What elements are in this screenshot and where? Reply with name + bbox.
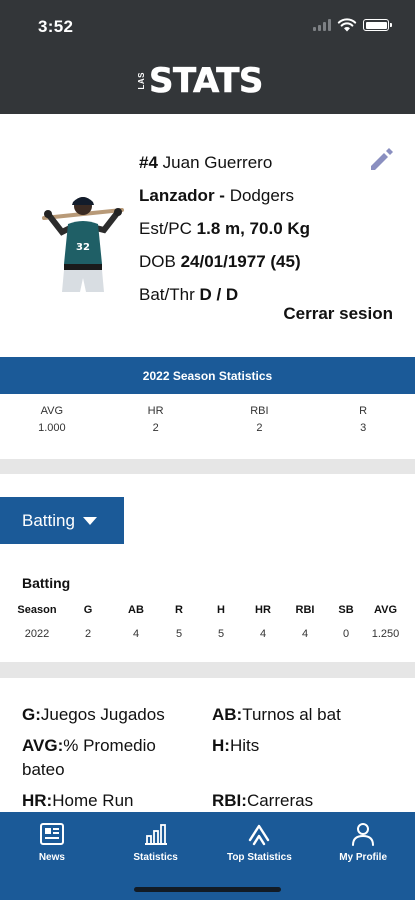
logo-big-text: STATS [149, 61, 264, 101]
player-profile: 32 #4 Juan Guerrero Lanzador - Dodgers E… [0, 114, 415, 357]
player-number: #4 [139, 153, 158, 172]
legend-item: H:Hits [212, 734, 259, 758]
logout-link[interactable]: Cerrar sesion [283, 304, 393, 324]
table-cell: 1.250 [371, 628, 400, 640]
table-cell: 5 [217, 628, 225, 640]
news-icon [39, 823, 64, 845]
profile-icon [352, 823, 375, 846]
player-team: Dodgers [229, 186, 294, 205]
logo-small-text: LAS [137, 72, 146, 90]
season-stat-value: 2 [152, 422, 159, 434]
player-photo: 32 [42, 197, 124, 292]
legend-text: Carreras [246, 791, 314, 810]
legend-text: Turnos al bat [242, 705, 341, 724]
season-stat-rbi: RBI 2 [208, 394, 312, 458]
section-divider [0, 459, 415, 474]
player-name-line: #4 Juan Guerrero [139, 146, 310, 179]
table-cell: 5 [175, 628, 183, 640]
legend-item: G:Juegos Jugados [22, 703, 165, 727]
batting-table-title: Batting [22, 575, 71, 591]
season-stat-value: 3 [360, 422, 367, 434]
table-row: 2022 2 4 5 5 4 4 0 1.250 [12, 622, 405, 646]
tab-my-profile[interactable]: My Profile [311, 812, 415, 900]
statistics-icon [144, 824, 167, 845]
legend-text: Hits [229, 736, 260, 755]
top-statistics-icon [249, 824, 270, 846]
table-header-cell: AVG [373, 604, 398, 616]
season-stat-label: HR [147, 405, 164, 417]
tab-label: News [38, 852, 65, 863]
table-header-cell: G [83, 604, 93, 616]
legend-abbr: RBI: [212, 791, 247, 810]
bat-throw-label: Bat/Thr [139, 285, 195, 304]
table-header-cell: R [175, 604, 183, 616]
legend-abbr: AVG: [22, 736, 64, 755]
season-stat-hr: HR 2 [104, 394, 208, 458]
wifi-icon [337, 18, 357, 32]
battery-icon [363, 19, 392, 31]
table-header-cell: RBI [295, 604, 315, 616]
stat-type-dropdown[interactable]: Batting [0, 497, 124, 544]
tab-label: Top Statistics [226, 852, 292, 863]
player-name: Juan Guerrero [162, 153, 273, 172]
season-stats-row: AVG 1.000 HR 2 RBI 2 R 3 [0, 394, 415, 458]
player-info: #4 Juan Guerrero Lanzador - Dodgers Est/… [139, 146, 310, 311]
height-weight-label: Est/PC [139, 219, 192, 238]
season-stat-value: 1.000 [38, 422, 66, 434]
season-stat-label: AVG [40, 405, 64, 417]
app-logo: LAS STATS [137, 61, 264, 101]
tab-news[interactable]: News [0, 812, 104, 900]
tab-label: My Profile [339, 852, 388, 863]
table-header-cell: AB [128, 604, 144, 616]
legend-text: Home Run [52, 791, 134, 810]
table-cell: 2022 [24, 628, 50, 640]
legend-abbr: HR: [22, 791, 53, 810]
player-height-weight-line: Est/PC 1.8 m, 70.0 Kg [139, 212, 310, 245]
app-header: 3:52 LAS STATS [0, 0, 415, 114]
legend-abbr: H: [212, 736, 230, 755]
table-header-cell: HR [255, 604, 271, 616]
batting-table: Season G AB R H HR RBI SB AVG 2022 2 4 5… [12, 598, 405, 646]
legend-abbr: G: [22, 705, 41, 724]
player-dob-line: DOB 24/01/1977 (45) [139, 245, 310, 278]
season-stats-title: 2022 Season Statistics [0, 357, 415, 394]
stat-type-dropdown-label: Batting [22, 510, 75, 530]
home-indicator[interactable] [134, 887, 281, 892]
table-header-cell: SB [338, 604, 354, 616]
svg-text:32: 32 [76, 242, 90, 253]
season-stat-label: RBI [250, 405, 269, 417]
legend-item: HR:Home Run [22, 789, 133, 813]
edit-profile-icon[interactable] [367, 144, 395, 172]
player-team-line: Lanzador - Dodgers [139, 179, 310, 212]
tab-label: Statistics [133, 852, 178, 863]
bottom-tab-bar: News Statistics Top Statistics My Profil… [0, 812, 415, 900]
table-cell: 4 [132, 628, 140, 640]
height-weight-value: 1.8 m, 70.0 Kg [196, 219, 311, 238]
legend-item: AB:Turnos al bat [212, 703, 341, 727]
table-cell: 2 [84, 628, 92, 640]
player-position: Lanzador - [139, 186, 225, 205]
section-divider [0, 662, 415, 678]
legend-abbr: AB: [212, 705, 243, 724]
bat-throw-value: D / D [199, 285, 239, 304]
dob-value: 24/01/1977 (45) [180, 252, 301, 271]
season-stat-label: R [359, 405, 368, 417]
table-cell: 4 [301, 628, 309, 640]
table-cell: 4 [259, 628, 267, 640]
signal-icon [313, 19, 331, 31]
season-stat-r: R 3 [311, 394, 415, 458]
dob-label: DOB [139, 252, 176, 271]
caret-down-icon [82, 516, 97, 525]
table-header-cell: H [217, 604, 225, 616]
legend-item: RBI:Carreras [212, 789, 313, 813]
legend-item: AVG:% Promedio bateo [22, 734, 197, 782]
season-stat-avg: AVG 1.000 [0, 394, 104, 458]
table-cell: 0 [342, 628, 350, 640]
table-header-row: Season G AB R H HR RBI SB AVG [12, 598, 405, 622]
status-icons [313, 18, 392, 32]
status-time: 3:52 [38, 17, 74, 36]
season-stat-value: 2 [256, 422, 263, 434]
table-header-cell: Season [17, 604, 57, 616]
legend-text: Juegos Jugados [40, 705, 165, 724]
